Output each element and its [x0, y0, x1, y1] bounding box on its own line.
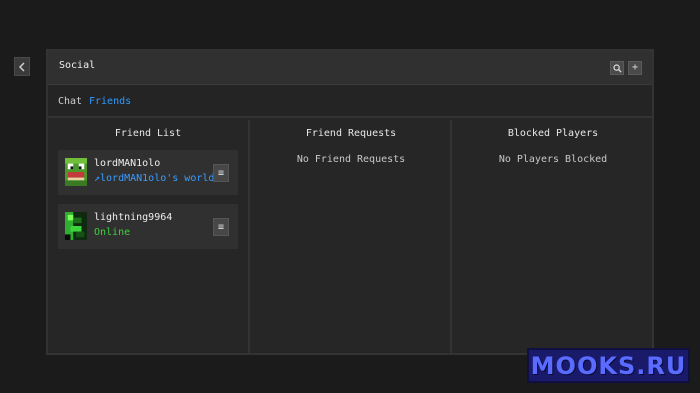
back-button[interactable]: [14, 57, 30, 76]
blocked-players-column: Blocked Players No Players Blocked: [454, 120, 652, 353]
social-panel: Social + Chat Friends Friend List lordMA…: [46, 49, 654, 355]
friend-name: lightning9964: [94, 212, 173, 223]
friend-requests-empty: No Friend Requests: [296, 154, 406, 165]
add-friend-button[interactable]: +: [628, 61, 642, 75]
friend-name: lordMAN1olo: [94, 158, 161, 169]
friend-card[interactable]: lightning9964 Online ≡: [58, 204, 238, 249]
friend-menu-button[interactable]: ≡: [213, 218, 229, 236]
tab-friends[interactable]: Friends: [89, 96, 131, 107]
chevron-left-icon: [18, 61, 25, 72]
blocked-players-empty: No Players Blocked: [498, 154, 608, 165]
friend-list-title: Friend List: [114, 128, 182, 139]
watermark-logo: MOOKS.RU: [527, 348, 690, 383]
friend-status: Online: [94, 227, 131, 238]
panel-header: Social +: [48, 51, 652, 85]
friend-menu-button[interactable]: ≡: [213, 164, 229, 182]
avatar: [65, 158, 87, 186]
avatar: [65, 212, 87, 240]
friend-requests-title: Friend Requests: [305, 128, 397, 139]
friends-columns: Friend List lordMAN1olo ↗lordMAN1olo's w…: [48, 120, 652, 353]
friend-status[interactable]: ↗lordMAN1olo's world: [94, 173, 214, 184]
friend-card[interactable]: lordMAN1olo ↗lordMAN1olo's world ≡: [58, 150, 238, 195]
search-button[interactable]: [610, 61, 624, 75]
tab-bar: Chat Friends: [48, 86, 652, 118]
search-icon: [612, 63, 622, 73]
panel-title: Social: [59, 60, 96, 71]
friend-list-column: Friend List lordMAN1olo ↗lordMAN1olo's w…: [48, 120, 250, 353]
tab-chat[interactable]: Chat: [58, 96, 82, 107]
friend-requests-column: Friend Requests No Friend Requests: [252, 120, 452, 353]
blocked-players-title: Blocked Players: [507, 128, 599, 139]
